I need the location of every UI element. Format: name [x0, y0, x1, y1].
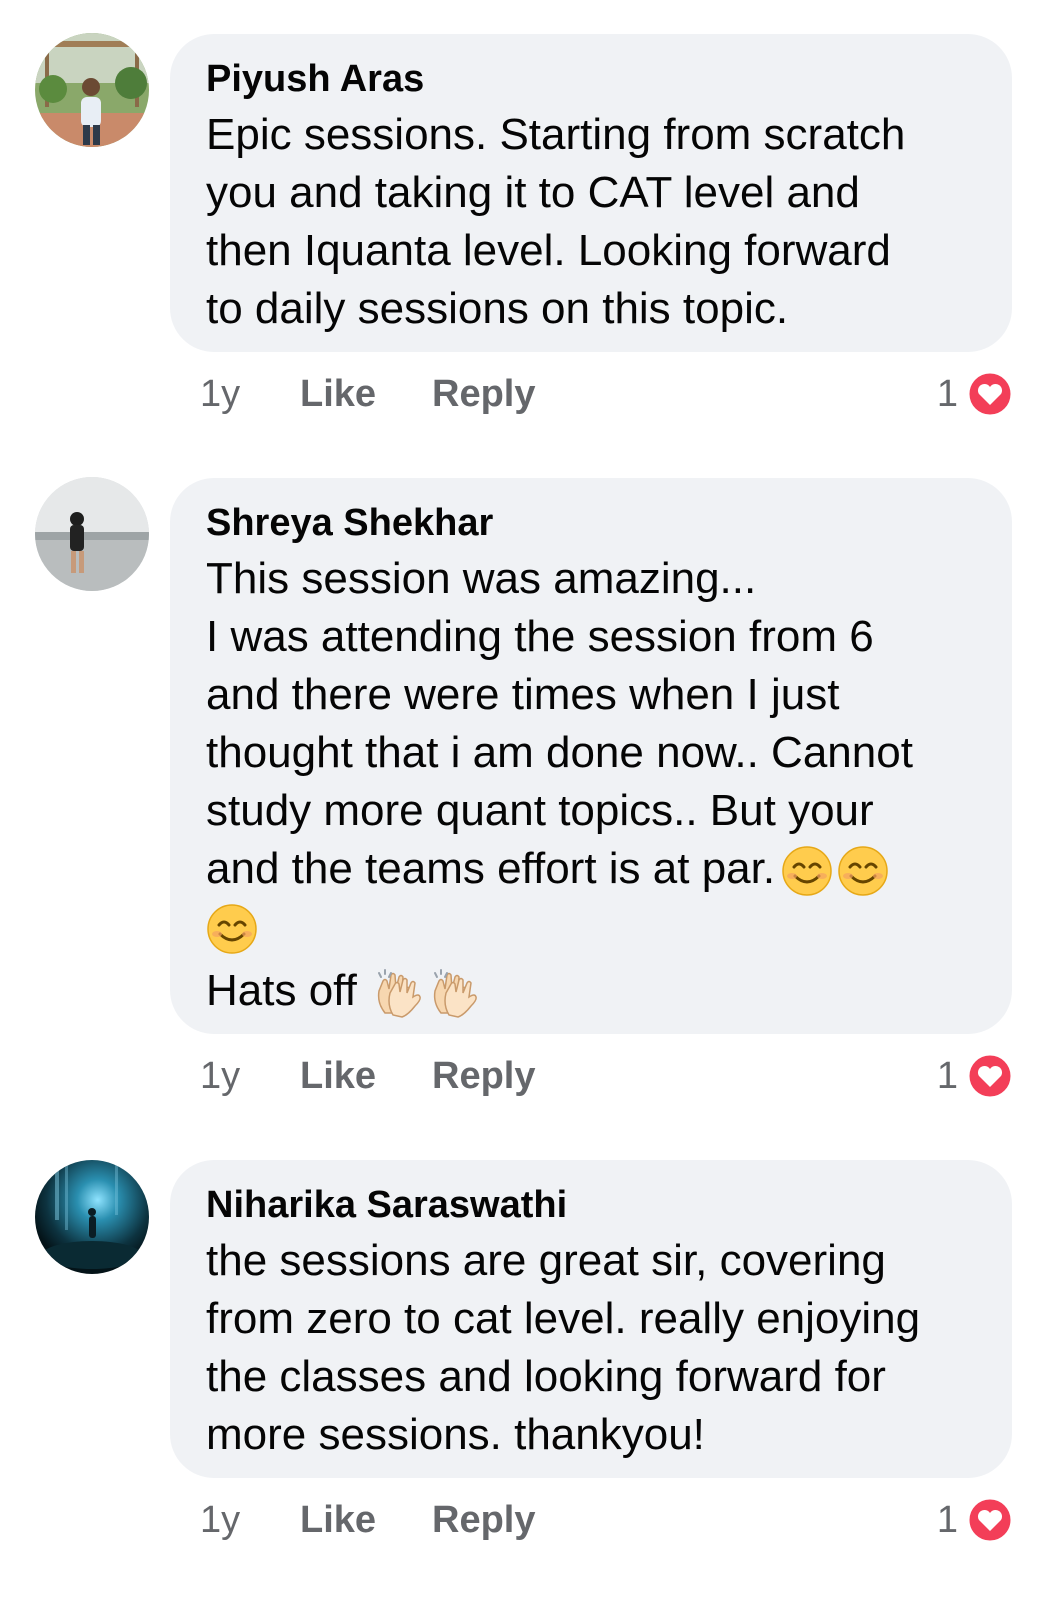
comment-text-line: you and taking it to CAT level and	[206, 168, 860, 217]
comment-text-line: thought that i am done now.. Cannot	[206, 728, 913, 777]
comment-author[interactable]: Niharika Saraswathi	[206, 1182, 976, 1228]
reaction-count: 1	[936, 1055, 958, 1097]
reaction-count: 1	[936, 1499, 958, 1541]
avatar-photo	[35, 33, 149, 147]
like-button[interactable]: Like	[300, 1490, 376, 1550]
reply-button[interactable]: Reply	[432, 364, 535, 424]
reaction-summary[interactable]: 1	[937, 1046, 1014, 1106]
comment-text-line: the sessions are great sir, covering	[206, 1236, 886, 1285]
heart-icon	[966, 370, 1014, 418]
avatar[interactable]	[35, 1160, 149, 1274]
smiling-face-emoji	[837, 845, 889, 897]
comment-text-line: to daily sessions on this topic.	[206, 284, 789, 333]
comment-text-line: Epic sessions. Starting from scratch	[206, 110, 906, 159]
like-button[interactable]: Like	[300, 364, 376, 424]
reply-button[interactable]: Reply	[432, 1046, 535, 1106]
clapping-hands-emoji	[427, 967, 479, 1019]
comment-text-line: study more quant topics.. But your	[206, 786, 874, 835]
comment-actions: 1y Like Reply 1	[200, 1046, 1014, 1106]
avatar-photo	[35, 477, 149, 591]
comment-timestamp[interactable]: 1y	[200, 364, 240, 424]
reply-button[interactable]: Reply	[432, 1490, 535, 1550]
like-button[interactable]: Like	[300, 1046, 376, 1106]
reaction-summary[interactable]: 1	[937, 364, 1014, 424]
heart-icon	[966, 1496, 1014, 1544]
comment-text: and the teams effort is at par.	[206, 844, 776, 893]
avatar[interactable]	[35, 33, 149, 147]
heart-icon	[966, 1052, 1014, 1100]
smiling-face-emoji	[206, 903, 258, 955]
comment-timestamp[interactable]: 1y	[200, 1490, 240, 1550]
comment-timestamp[interactable]: 1y	[200, 1046, 240, 1106]
comment-emoji-line	[206, 898, 976, 962]
avatar-photo	[35, 1160, 149, 1274]
reaction-count: 1	[936, 373, 958, 415]
comment-text-line-with-emoji: and the teams effort is at par.	[206, 840, 976, 898]
comment-bubble: Niharika Saraswathi the sessions are gre…	[170, 1160, 1012, 1478]
comment-text-line-with-emoji: Hats off	[206, 962, 976, 1020]
comment-text-line: then Iquanta level. Looking forward	[206, 226, 891, 275]
comment-actions: 1y Like Reply 1	[200, 1490, 1014, 1550]
comment-text-line: I was attending the session from 6	[206, 612, 874, 661]
comment-text-line: the classes and looking forward for	[206, 1352, 886, 1401]
comment-author[interactable]: Shreya Shekhar	[206, 500, 976, 546]
comment-text-line: more sessions. thankyou!	[206, 1410, 705, 1459]
comment-actions: 1y Like Reply 1	[200, 364, 1014, 424]
reaction-summary[interactable]: 1	[937, 1490, 1014, 1550]
comment-text-line: and there were times when I just	[206, 670, 840, 719]
smiling-face-emoji	[781, 845, 833, 897]
comment-author[interactable]: Piyush Aras	[206, 56, 976, 102]
comment-text-line: This session was amazing...	[206, 554, 757, 603]
avatar[interactable]	[35, 477, 149, 591]
comment-text-line: from zero to cat level. really enjoying	[206, 1294, 921, 1343]
comment-bubble: Piyush Aras Epic sessions. Starting from…	[170, 34, 1012, 352]
clapping-hands-emoji	[371, 967, 423, 1019]
comment-text: Hats off	[206, 966, 357, 1015]
comment-bubble: Shreya Shekhar This session was amazing.…	[170, 478, 1012, 1034]
